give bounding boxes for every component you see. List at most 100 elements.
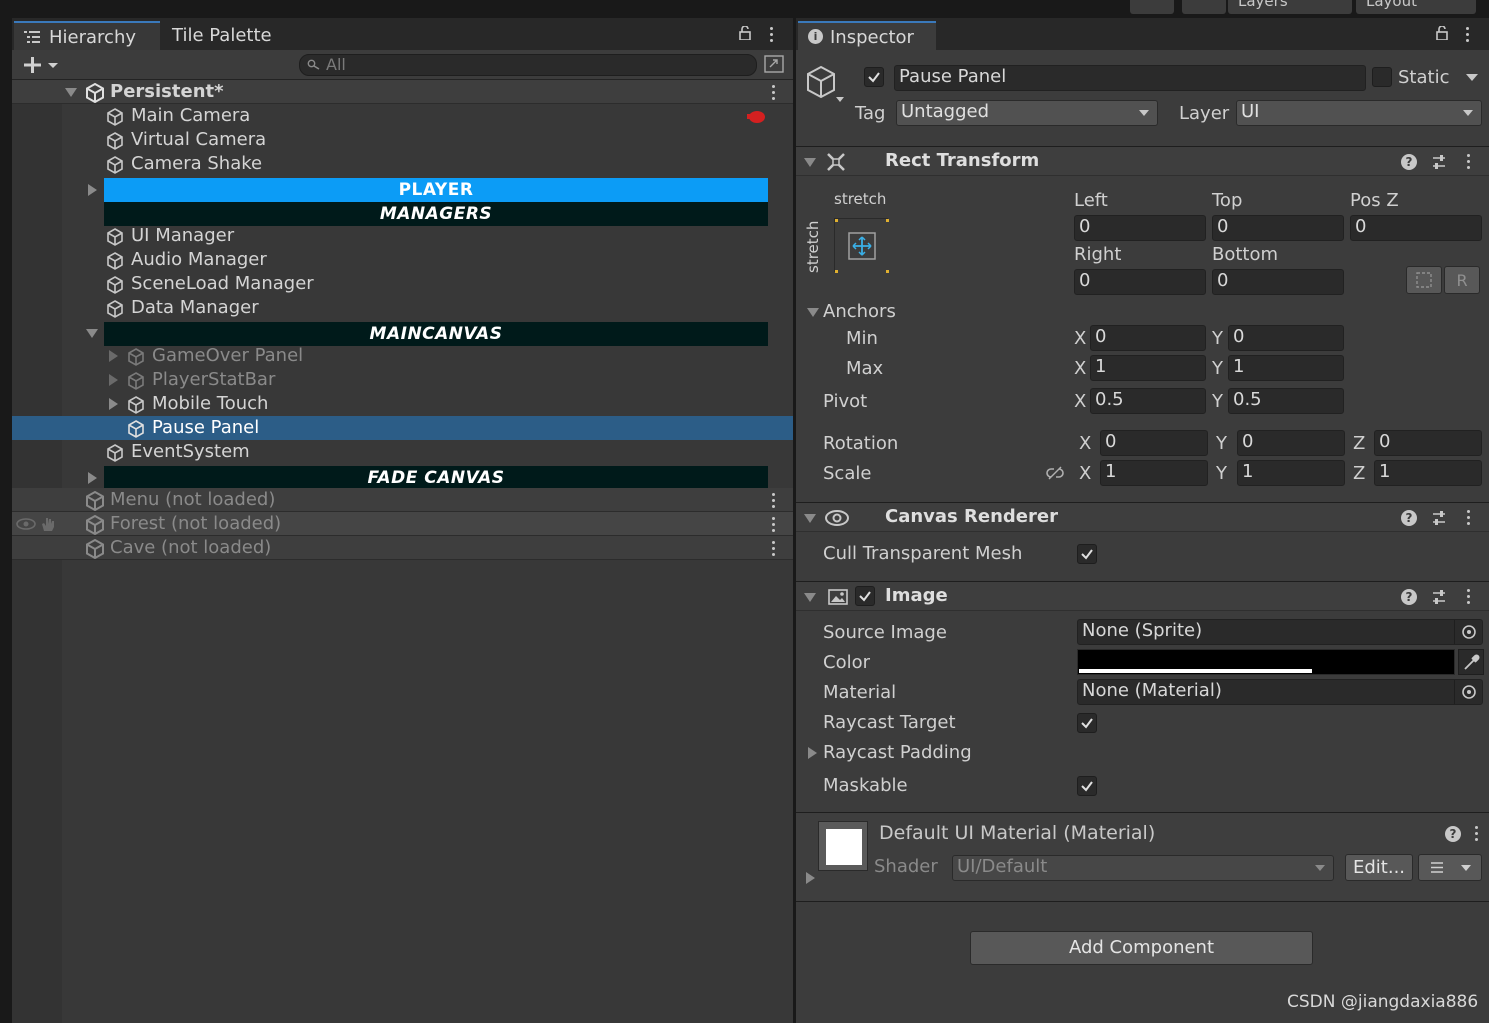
raycast-target-checkbox[interactable] [1077,713,1097,733]
anchors-arrow-icon[interactable] [807,308,819,317]
scene-row-cave[interactable]: Cave (not loaded) [12,536,794,560]
anchor-max-y-field[interactable]: 1 [1228,355,1344,381]
image-header[interactable]: Image ? [796,581,1489,611]
lock-icon[interactable] [739,26,751,40]
collapse-arrow-icon[interactable] [804,158,816,167]
list-item[interactable]: Data Manager [12,296,794,320]
source-image-field[interactable]: None (Sprite) [1077,619,1483,645]
list-item[interactable]: SceneLoad Manager [12,272,794,296]
scene-row-persistent[interactable]: Persistent* [12,80,794,104]
color-swatch[interactable] [1077,649,1455,675]
collapse-arrow-icon[interactable] [804,593,816,602]
more-icon[interactable] [770,27,774,43]
list-item-selected[interactable]: Pause Panel [12,416,794,440]
preset-icon[interactable] [1431,154,1447,170]
list-item[interactable]: Main Camera [12,104,794,128]
add-component-button[interactable]: Add Component [970,931,1313,965]
expand-arrow-icon[interactable] [109,350,118,362]
help-icon[interactable]: ? [1445,826,1461,842]
pivot-x-field[interactable]: 0.5 [1090,388,1206,414]
header-fade-canvas[interactable]: FADE CANVAS [104,466,768,490]
anchor-min-y-field[interactable]: 0 [1228,325,1344,351]
cull-checkbox[interactable] [1077,544,1097,564]
search-input[interactable]: All [299,54,757,76]
visibility-icon[interactable] [16,518,36,530]
list-item[interactable]: EventSystem [12,440,794,464]
create-dropdown[interactable] [24,56,60,74]
tab-tile-palette[interactable]: Tile Palette [172,21,272,50]
image-enabled-checkbox[interactable] [855,586,875,606]
rotation-x-field[interactable]: 0 [1100,430,1208,456]
list-item[interactable]: Mobile Touch [12,392,794,416]
component-menu-icon[interactable] [1467,510,1471,526]
preset-icon[interactable] [1431,510,1447,526]
edit-shader-button[interactable]: Edit... [1345,854,1413,881]
object-name-field[interactable]: Pause Panel [894,65,1366,91]
material-menu-icon[interactable] [1475,826,1479,842]
more-icon[interactable] [1466,27,1470,43]
help-icon[interactable]: ? [1401,154,1417,170]
help-icon[interactable]: ? [1401,510,1417,526]
search-button[interactable] [1182,0,1226,14]
preset-icon[interactable] [1431,589,1447,605]
canvas-renderer-header[interactable]: Canvas Renderer ? [796,502,1489,532]
header-managers[interactable]: MANAGERS [104,202,768,226]
eyedropper-icon[interactable] [1458,649,1484,675]
gameobject-large-icon[interactable] [804,64,848,106]
lock-icon[interactable] [1436,26,1448,40]
raycast-padding-arrow-icon[interactable] [808,747,817,759]
right-field[interactable]: 0 [1074,269,1206,295]
rect-transform-header[interactable]: Rect Transform ? [796,146,1489,176]
component-menu-icon[interactable] [1467,589,1471,605]
pickable-hand-icon[interactable] [40,516,56,532]
blueprint-mode-button[interactable] [1406,266,1442,294]
tag-dropdown[interactable]: Untagged [896,100,1158,126]
expand-arrow-icon[interactable] [65,88,77,97]
anchor-min-x-field[interactable]: 0 [1090,325,1206,351]
material-preview[interactable] [818,821,868,871]
list-item[interactable]: UI Manager [12,224,794,248]
scene-menu-icon[interactable] [772,541,776,557]
list-item[interactable]: GameOver Panel [12,344,794,368]
header-player[interactable]: PLAYER [104,178,768,202]
pivot-y-field[interactable]: 0.5 [1228,388,1344,414]
history-button[interactable] [1130,0,1174,14]
material-expand-arrow-icon[interactable] [806,872,815,884]
shader-options-dropdown[interactable] [1418,854,1482,881]
expand-arrow-icon[interactable] [86,329,98,338]
expand-arrow-icon[interactable] [88,184,97,196]
constrain-proportions-icon[interactable] [1045,465,1065,481]
static-dropdown-arrow-icon[interactable] [1466,74,1478,82]
expand-arrow-icon[interactable] [109,398,118,410]
tab-hierarchy[interactable]: Hierarchy [14,21,160,50]
list-item[interactable]: Camera Shake [12,152,794,176]
scale-x-field[interactable]: 1 [1100,460,1208,486]
anchor-presets-button[interactable] [834,218,889,273]
list-item[interactable]: Audio Manager [12,248,794,272]
tab-inspector[interactable]: i Inspector [798,21,936,50]
list-item[interactable]: PlayerStatBar [12,368,794,392]
raw-edit-button[interactable]: R [1444,266,1480,294]
scene-row-forest[interactable]: Forest (not loaded) [12,512,794,536]
expand-arrow-icon[interactable] [109,374,118,386]
static-checkbox[interactable] [1372,67,1392,87]
layer-dropdown[interactable]: UI [1236,100,1482,126]
object-picker-icon[interactable] [1454,620,1482,644]
component-menu-icon[interactable] [1467,154,1471,170]
scene-row-menu[interactable]: Menu (not loaded) [12,488,794,512]
collapse-arrow-icon[interactable] [804,514,816,523]
layers-dropdown[interactable]: Layers [1228,0,1352,14]
anchor-max-x-field[interactable]: 1 [1090,355,1206,381]
left-field[interactable]: 0 [1074,215,1206,241]
material-field[interactable]: None (Material) [1077,679,1483,705]
bottom-field[interactable]: 0 [1212,269,1344,295]
rotation-y-field[interactable]: 0 [1237,430,1345,456]
rotation-z-field[interactable]: 0 [1374,430,1482,456]
scene-menu-icon[interactable] [772,517,776,533]
scale-z-field[interactable]: 1 [1374,460,1482,486]
scene-menu-icon[interactable] [772,85,776,101]
posz-field[interactable]: 0 [1350,215,1482,241]
expand-icon[interactable] [764,55,784,73]
list-item[interactable]: Virtual Camera [12,128,794,152]
expand-arrow-icon[interactable] [88,472,97,484]
